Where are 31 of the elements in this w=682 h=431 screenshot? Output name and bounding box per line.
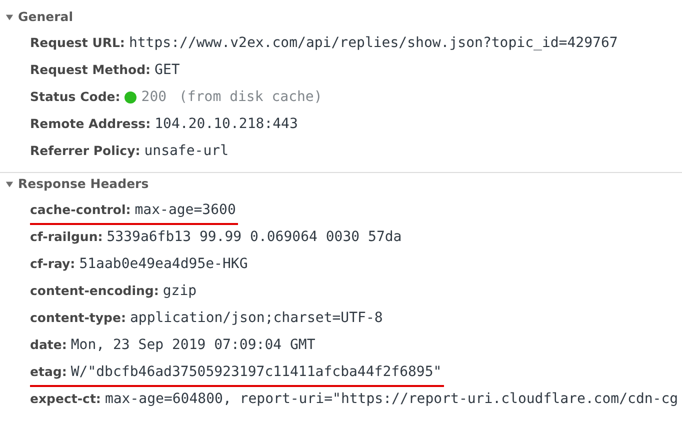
section-title[interactable]: General xyxy=(18,8,73,26)
header-name: Remote Address: xyxy=(30,115,151,134)
header-name: Status Code: xyxy=(30,88,120,106)
header-name: etag: xyxy=(30,363,67,382)
header-value: gzip xyxy=(162,282,197,301)
header-value: application/json;charset=UTF-8 xyxy=(130,309,383,328)
header-value: 104.20.10.218:443 xyxy=(154,115,298,134)
cache-note: (from disk cache) xyxy=(178,88,322,107)
disclosure-triangle-icon[interactable] xyxy=(5,180,14,188)
header-name: Referrer Policy: xyxy=(30,142,140,160)
header-name: content-encoding: xyxy=(30,282,159,300)
section-title[interactable]: Response Headers xyxy=(18,174,149,194)
header-value: GET xyxy=(154,61,180,80)
header-name: Request URL: xyxy=(30,34,125,52)
header-value: https://www.v2ex.com/api/replies/show.json?topic_id=429767 xyxy=(128,34,618,53)
header-name: cache-control: xyxy=(30,201,131,220)
disclosure-triangle-icon[interactable] xyxy=(5,12,14,22)
status-code: 200 xyxy=(141,88,167,107)
header-name: content-type: xyxy=(30,309,126,328)
header-value: Mon, 23 Sep 2019 07:09:04 GMT xyxy=(70,336,316,355)
header-value: W/"dbcfb46ad37505923197c11411afcba44f2f6895" xyxy=(70,363,442,382)
header-name: date: xyxy=(30,336,67,354)
header-name: Request Method: xyxy=(30,61,151,80)
header-name: cf-railgun: xyxy=(30,228,103,246)
header-value: max-age=604800, report-uri="https://report-uri.cloudflare.com/cdn-cg xyxy=(104,390,678,409)
header-name: expect-ct: xyxy=(30,390,101,408)
header-name: cf-ray: xyxy=(30,255,76,274)
header-value: unsafe-url xyxy=(144,142,229,161)
header-value: max-age=3600 xyxy=(134,201,236,220)
header-value: 51aab0e49ea4d95e-HKG xyxy=(79,255,248,274)
header-value: 5339a6fb13 99.99 0.069064 0030 57da xyxy=(106,228,402,247)
